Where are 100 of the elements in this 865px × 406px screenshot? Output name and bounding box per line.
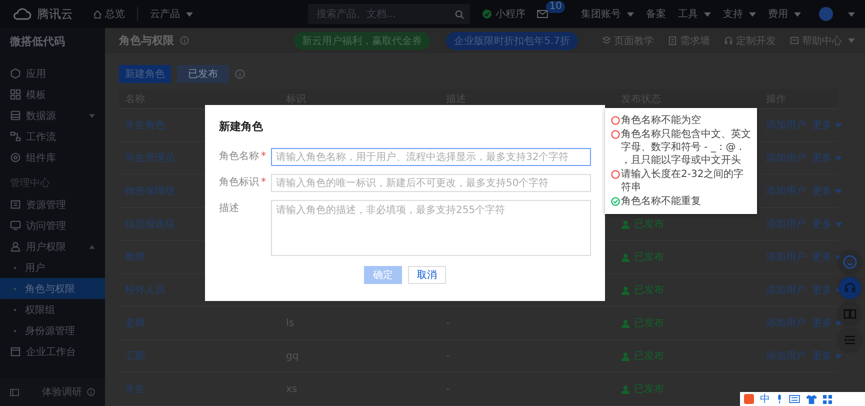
layers-icon <box>602 36 611 45</box>
input-mode-toggle[interactable]: 中 <box>760 392 770 406</box>
keyboard-icon[interactable] <box>789 395 800 403</box>
role-name-link[interactable]: 教师 <box>125 250 145 264</box>
avatar-icon[interactable] <box>819 7 833 21</box>
sidebar-item[interactable]: 工作流 <box>0 126 105 147</box>
products-menu[interactable]: 云产品 <box>150 7 193 21</box>
role-name-link[interactable]: 物资保障组 <box>125 184 175 198</box>
caret-icon <box>835 320 842 326</box>
role-name-link[interactable]: 学生 <box>125 382 145 396</box>
add-user-link[interactable]: 添加用户 <box>766 118 806 132</box>
role-name-link[interactable]: 学生角色 <box>125 118 165 132</box>
description-field[interactable]: 请输入角色的描述，非必填项，最多支持255个字符 <box>271 200 591 256</box>
notification-count: 10 <box>546 1 565 13</box>
sidebar-subitem[interactable]: 用户 <box>0 257 105 278</box>
sidebar-item[interactable]: 用户权限 <box>0 236 105 257</box>
add-user-link[interactable]: 添加用户 <box>766 151 806 165</box>
input-method-logo-icon <box>744 394 754 404</box>
user-icon <box>621 252 630 262</box>
field-label: 角色标识 <box>219 177 259 188</box>
caret-icon <box>835 222 842 226</box>
table-cell: - <box>446 318 450 328</box>
info-icon[interactable] <box>180 36 189 45</box>
role-name-link[interactable]: 工勤 <box>125 349 145 363</box>
clipboard-icon <box>668 36 677 45</box>
chevron-down-icon <box>89 114 95 118</box>
more-menu-link[interactable]: 更多 <box>812 349 842 363</box>
more-menu-link[interactable]: 更多 <box>812 184 842 198</box>
chevron-up-icon <box>89 244 95 248</box>
more-menu-link[interactable]: 更多 <box>812 217 842 231</box>
sidebar-item[interactable]: 访问管理 <box>0 215 105 236</box>
caret-icon <box>749 12 756 16</box>
role-name-link[interactable]: 学生管理员 <box>125 151 175 165</box>
sidebar-item[interactable]: 组件库 <box>0 147 105 168</box>
sidebar-subitem[interactable]: 身份源管理 <box>0 320 105 341</box>
survey-link[interactable]: 体验调研 <box>42 385 82 399</box>
info-icon[interactable] <box>235 69 245 79</box>
cloud-logo-icon <box>12 8 32 20</box>
mini-program-icon <box>482 9 492 19</box>
sidebar-item[interactable]: 应用 <box>0 63 105 84</box>
info-icon <box>87 388 95 396</box>
table-cell: - <box>446 350 450 362</box>
home-icon <box>93 10 102 18</box>
mini-program-link[interactable]: 小程序 <box>482 7 526 21</box>
home-link[interactable]: 总览 <box>93 7 125 21</box>
role-name-link[interactable]: 信息报送组 <box>125 217 175 231</box>
mail-icon <box>537 10 548 18</box>
user-icon <box>10 241 21 252</box>
top-menu-item[interactable]: 集团账号 <box>581 7 634 21</box>
role-name-link[interactable]: 老师 <box>125 316 145 330</box>
more-menu-link[interactable]: 更多 <box>812 118 842 132</box>
caret-icon <box>848 38 855 43</box>
sidebar-item[interactable]: 资源管理 <box>0 194 105 215</box>
user-icon <box>621 318 630 328</box>
sidebar-item[interactable]: 企业工作台 <box>0 341 105 362</box>
sidebar-item[interactable]: 模板 <box>0 84 105 105</box>
grid-icon[interactable] <box>823 394 832 404</box>
top-menu-item[interactable]: 备案 <box>646 7 666 21</box>
add-user-link[interactable]: 添加用户 <box>766 184 806 198</box>
caret-icon <box>835 122 842 128</box>
field-label: 描述 <box>219 203 239 214</box>
required-marker: * <box>261 177 266 188</box>
add-user-link[interactable]: 添加用户 <box>766 283 806 297</box>
promo-banner[interactable]: 企业版限时折扣包年5.7折 <box>446 32 578 50</box>
database-icon <box>10 110 21 121</box>
page-title: 角色与权限 <box>119 33 174 48</box>
top-menu-item[interactable]: 支持 <box>723 7 756 21</box>
add-user-link[interactable]: 添加用户 <box>766 250 806 264</box>
more-menu-link[interactable]: 更多 <box>812 151 842 165</box>
validation-rule: 角色名称不能重复 <box>621 195 701 208</box>
caret-icon <box>835 354 842 358</box>
user-icon <box>621 352 630 360</box>
role-name-link[interactable]: 校外人员 <box>125 283 165 297</box>
grid-icon <box>10 89 21 100</box>
brand-name[interactable]: 腾讯云 <box>37 6 73 22</box>
add-user-link[interactable]: 添加用户 <box>766 316 806 330</box>
validation-rule: 请输入长度在2-32之间的字符串 <box>621 168 745 194</box>
collapse-icon[interactable] <box>10 388 19 396</box>
sidebar-item[interactable]: 数据源 <box>0 105 105 126</box>
text-input-field[interactable]: 请输入角色名称，用于用户、流程中选择显示，最多支持32个字符 <box>271 148 591 166</box>
caret-icon <box>186 12 193 16</box>
add-user-link[interactable]: 添加用户 <box>766 349 806 363</box>
validation-rule: 角色名称不能为空 <box>621 114 701 127</box>
product-title: 微搭低代码 <box>8 34 66 50</box>
microphone-icon[interactable] <box>776 394 783 404</box>
top-menu-item[interactable]: 费用 <box>768 7 801 21</box>
cancel-button[interactable]: 取消 <box>408 266 446 284</box>
top-menu-item[interactable]: 工具 <box>678 7 711 21</box>
search-icon <box>455 10 464 18</box>
workflow-icon <box>10 131 21 142</box>
mail-button[interactable] <box>537 10 548 18</box>
toolbar-button[interactable]: 新建角色 <box>119 65 171 83</box>
required-marker: * <box>261 151 266 162</box>
headset-icon[interactable] <box>839 277 861 299</box>
shirt-icon[interactable] <box>806 394 817 404</box>
caret-icon <box>835 156 842 160</box>
sidebar-subitem[interactable]: 角色与权限 <box>0 278 105 299</box>
sidebar-subitem[interactable]: 权限组 <box>0 299 105 320</box>
more-menu-link[interactable]: 更多 <box>812 316 842 330</box>
add-user-link[interactable]: 添加用户 <box>766 217 806 231</box>
